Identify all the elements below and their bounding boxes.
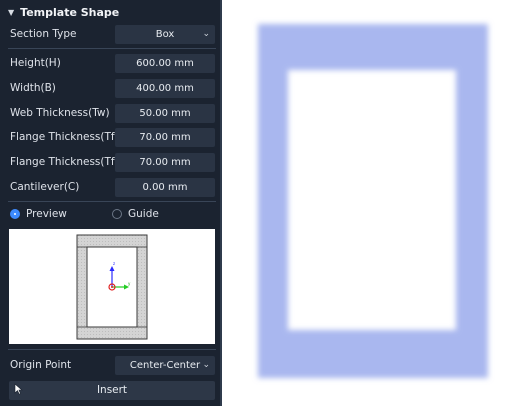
divider <box>8 349 216 350</box>
chevron-down-icon[interactable]: ▼ <box>8 8 14 17</box>
guide-radio[interactable]: Guide <box>112 208 159 220</box>
insert-button-label: Insert <box>96 384 128 396</box>
web-thickness-input[interactable]: 50.00 mm <box>115 104 215 123</box>
width-row: Width(B) 400.00 mm <box>0 77 220 99</box>
height-label: Height(H) <box>10 57 61 69</box>
flange-thickness-tf1-input[interactable]: 70.00 mm <box>115 128 215 147</box>
cantilever-label: Cantilever(C) <box>10 181 80 193</box>
section-type-select[interactable]: Box ⌄ <box>115 25 215 44</box>
guide-radio-label: Guide <box>128 208 159 220</box>
section-type-row: Section Type Box ⌄ <box>0 23 220 45</box>
section-type-value: Box <box>155 29 175 40</box>
template-shape-panel: ▼ Template Shape Section Type Box ⌄ Heig… <box>0 0 222 406</box>
box-section-shape[interactable] <box>258 24 488 378</box>
cantilever-row: Cantilever(C) 0.00 mm <box>0 176 220 198</box>
panel-header[interactable]: ▼ Template Shape <box>8 4 119 20</box>
preview-radio[interactable]: Preview <box>10 208 67 220</box>
radio-unselected-icon <box>112 209 122 219</box>
box-section-drawing: z y <box>76 234 148 340</box>
width-input[interactable]: 400.00 mm <box>115 79 215 98</box>
radio-selected-icon <box>10 209 20 219</box>
divider <box>8 48 216 49</box>
web-thickness-label: Web Thickness(Tw) <box>10 107 110 119</box>
cantilever-input[interactable]: 0.00 mm <box>115 178 215 197</box>
web-thickness-row: Web Thickness(Tw) 50.00 mm <box>0 102 220 124</box>
panel-title: Template Shape <box>20 5 120 19</box>
view-mode-group: Preview Guide <box>0 205 220 223</box>
svg-text:z: z <box>113 261 115 266</box>
origin-point-label: Origin Point <box>10 359 72 371</box>
drawing-canvas[interactable] <box>224 0 512 406</box>
origin-point-row: Origin Point Center-Center ⌄ <box>0 354 220 376</box>
chevron-down-icon: ⌄ <box>202 29 210 39</box>
flange-thickness-tf1-row: Flange Thickness(Tf1) 70.00 mm <box>0 126 220 148</box>
flange-thickness-tf2-row: Flange Thickness(Tf2) 70.00 mm <box>0 151 220 173</box>
origin-point-select[interactable]: Center-Center ⌄ <box>115 356 215 375</box>
height-input[interactable]: 600.00 mm <box>115 54 215 73</box>
origin-point-value: Center-Center <box>129 360 201 371</box>
width-label: Width(B) <box>10 82 56 94</box>
shape-preview: z y <box>9 229 215 344</box>
flange-thickness-tf2-label: Flange Thickness(Tf2) <box>10 156 126 168</box>
height-row: Height(H) 600.00 mm <box>0 52 220 74</box>
box-section-viewport <box>258 24 488 378</box>
insert-button[interactable]: Insert <box>9 381 215 400</box>
preview-radio-label: Preview <box>26 208 67 220</box>
flange-thickness-tf1-label: Flange Thickness(Tf1) <box>10 131 126 143</box>
flange-thickness-tf2-input[interactable]: 70.00 mm <box>115 153 215 172</box>
chevron-down-icon: ⌄ <box>202 360 210 370</box>
section-type-label: Section Type <box>10 28 77 40</box>
mouse-pointer-icon <box>14 383 23 402</box>
divider <box>8 201 216 202</box>
